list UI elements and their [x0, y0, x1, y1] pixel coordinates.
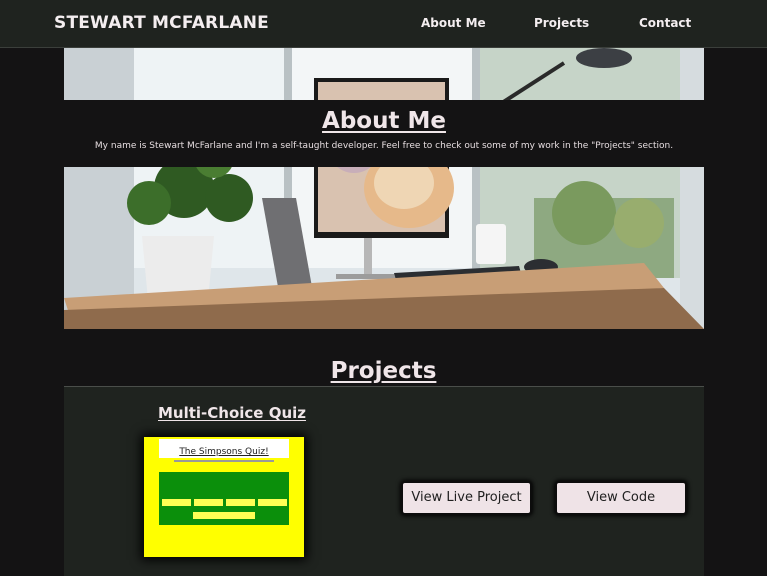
about-title: About Me	[322, 108, 446, 134]
projects-heading: Projects	[330, 358, 437, 384]
desk-photo	[64, 48, 704, 329]
view-live-project-button[interactable]: View Live Project	[401, 481, 532, 515]
thumbnail-answer	[194, 499, 223, 506]
thumbnail-answer	[162, 499, 191, 506]
about-text: My name is Stewart McFarlane and I'm a s…	[94, 141, 674, 151]
thumbnail-title: The Simpsons Quiz!	[179, 447, 269, 457]
hero-image	[64, 48, 704, 329]
project-card: Multi-Choice Quiz The Simpsons Quiz! Vie…	[64, 386, 704, 576]
project-title[interactable]: Multi-Choice Quiz	[158, 404, 306, 422]
thumbnail-submit	[193, 512, 255, 519]
about-section: About Me My name is Stewart McFarlane an…	[64, 100, 704, 167]
nav-link-projects[interactable]: Projects	[534, 16, 589, 30]
project-thumbnail[interactable]: The Simpsons Quiz!	[144, 437, 304, 557]
view-code-button[interactable]: View Code	[555, 481, 687, 515]
nav-links: About Me Projects Contact	[0, 16, 767, 34]
nav-link-contact[interactable]: Contact	[639, 16, 691, 30]
thumbnail-subtitle-line	[174, 460, 274, 462]
thumbnail-answer	[258, 499, 287, 506]
thumbnail-answer	[226, 499, 255, 506]
nav-link-about[interactable]: About Me	[421, 16, 486, 30]
navbar: STEWART MCFARLANE About Me Projects Cont…	[0, 0, 767, 48]
thumbnail-header: The Simpsons Quiz!	[159, 439, 289, 458]
thumbnail-question-box	[159, 472, 289, 525]
